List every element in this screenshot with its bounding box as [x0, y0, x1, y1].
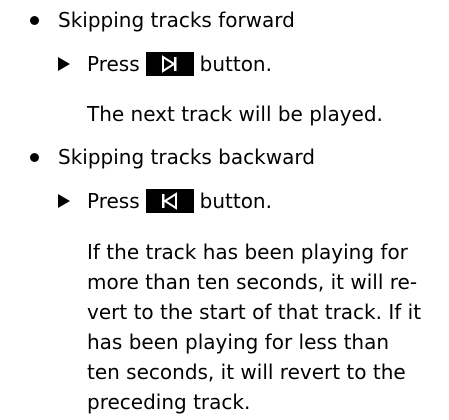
result-text-line: more than ten seconds, it will re-	[87, 270, 418, 294]
step-backward: Press button.	[87, 189, 272, 213]
bullet-icon	[30, 16, 39, 25]
step-arrow-icon	[58, 194, 70, 208]
bullet-icon	[30, 153, 39, 162]
step-arrow-icon	[58, 57, 70, 71]
step-forward: Press button.	[87, 52, 272, 76]
result-text-line: has been playing for less than	[87, 330, 390, 354]
skip-backward-icon	[145, 189, 194, 213]
result-text-line: ten seconds, it will revert to the	[87, 360, 406, 384]
item-heading-backward: Skipping tracks backward	[58, 145, 315, 169]
step-prefix: Press	[87, 189, 140, 213]
skip-forward-icon	[145, 52, 194, 76]
step-prefix: Press	[87, 52, 140, 76]
result-text-line: vert to the start of that track. If it	[87, 300, 422, 324]
step-suffix: button.	[199, 189, 272, 213]
result-text-line: The next track will be played.	[87, 102, 383, 126]
result-text-line: If the track has been playing for	[87, 240, 408, 264]
item-heading-forward: Skipping tracks forward	[58, 8, 295, 32]
step-suffix: button.	[199, 52, 272, 76]
result-text-line: preceding track.	[87, 390, 251, 414]
